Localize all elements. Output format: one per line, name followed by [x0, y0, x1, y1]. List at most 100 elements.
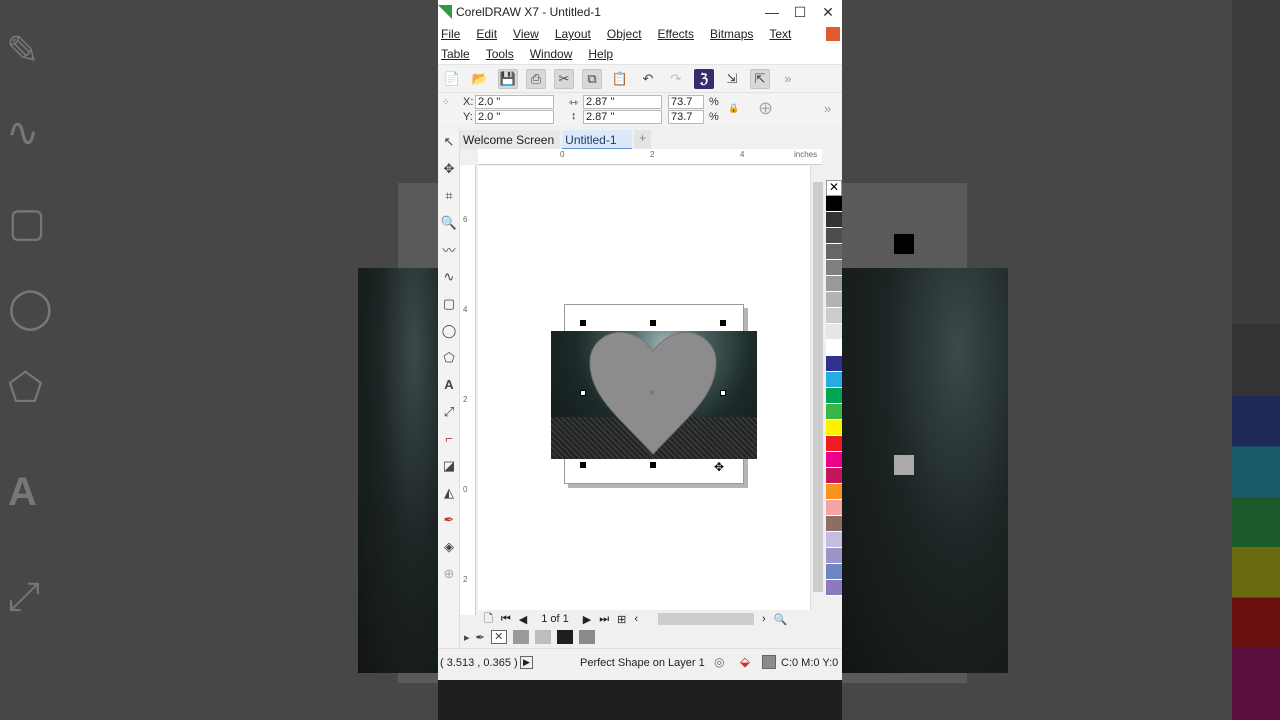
toolbar-overflow-icon[interactable]: » [778, 69, 798, 89]
shape-tool-icon[interactable]: ✥ [438, 155, 460, 182]
palette-swatch-8[interactable] [826, 324, 842, 340]
palette-swatch-0[interactable] [826, 196, 842, 212]
text-tool-icon[interactable]: A [438, 371, 460, 398]
drop-shadow-icon[interactable]: ◪ [438, 452, 460, 479]
vertical-scroll-thumb[interactable] [813, 182, 823, 592]
tab-welcome-screen[interactable]: Welcome Screen [460, 130, 561, 150]
open-folder-icon[interactable]: 📂 [470, 69, 490, 89]
palette-swatch-15[interactable] [826, 436, 842, 452]
height-field[interactable]: 2.87 " [583, 110, 662, 124]
dimension-tool-icon[interactable]: ⤢ [438, 398, 460, 425]
palette-swatch-9[interactable] [826, 340, 842, 356]
doc-palette-swatch-2[interactable] [556, 630, 573, 644]
close-button[interactable]: ✕ [814, 4, 842, 21]
polygon-tool-icon[interactable]: ⬠ [438, 344, 460, 371]
x-position-field[interactable]: 2.0 " [475, 95, 554, 109]
first-page-icon[interactable]: ⏮ [501, 613, 511, 626]
undo-icon[interactable]: ↶ [638, 69, 658, 89]
paste-icon[interactable]: 📋 [610, 69, 630, 89]
palette-swatch-21[interactable] [826, 532, 842, 548]
status-play-icon[interactable]: ▶ [520, 656, 533, 669]
crop-tool-icon[interactable]: ⌗ [438, 182, 460, 209]
palette-swatch-6[interactable] [826, 292, 842, 308]
menu-view[interactable]: View [513, 27, 539, 41]
add-shape-icon[interactable]: ⊕ [758, 98, 773, 119]
selection-handle-ml[interactable] [580, 390, 586, 396]
selection-handle-mr[interactable] [720, 390, 726, 396]
palette-swatch-2[interactable] [826, 228, 842, 244]
lock-ratio-icon[interactable]: 🔒 [728, 103, 739, 114]
connector-tool-icon[interactable]: ⌐ [438, 425, 460, 452]
reference-point-icon[interactable]: ⁘ [442, 97, 450, 108]
palette-swatch-1[interactable] [826, 212, 842, 228]
doc-palette-swatch-3[interactable] [578, 630, 595, 644]
interactive-fill-icon[interactable]: ◈ [438, 533, 460, 560]
corel-connect-icon[interactable]: ℨ [694, 68, 714, 89]
save-icon[interactable]: 💾 [498, 68, 518, 89]
minimize-button[interactable]: — [758, 4, 786, 20]
zoom-tool-icon[interactable]: 🔍 [438, 209, 460, 236]
scale-width-field[interactable]: 73.7 [668, 95, 704, 109]
palette-swatch-14[interactable] [826, 420, 842, 436]
selection-handle-tl[interactable] [580, 320, 586, 326]
add-tab-button[interactable]: + [634, 130, 652, 150]
menu-layout[interactable]: Layout [555, 27, 591, 41]
menu-file[interactable]: File [441, 27, 460, 41]
palette-swatch-17[interactable] [826, 468, 842, 484]
palette-swatch-11[interactable] [826, 372, 842, 388]
palette-swatch-19[interactable] [826, 500, 842, 516]
print-icon[interactable]: ⎙ [526, 68, 546, 89]
width-field[interactable]: 2.87 " [583, 95, 662, 109]
page-icon[interactable]: 🗋 [484, 610, 493, 629]
horizontal-scroll-thumb[interactable] [658, 613, 755, 625]
maximize-button[interactable]: ☐ [786, 4, 814, 21]
menu-effects[interactable]: Effects [658, 27, 694, 41]
prev-page-icon[interactable]: ◀ [519, 613, 527, 626]
cut-icon[interactable]: ✂ [554, 68, 574, 89]
add-tool-icon[interactable]: ⊕ [438, 560, 460, 587]
doc-palette-arrow-icon[interactable]: ▸ [464, 631, 470, 644]
pick-tool-icon[interactable]: ↖ [438, 128, 460, 155]
zoom-nav-icon[interactable]: 🔍 [774, 613, 788, 626]
fill-color-swatch[interactable] [762, 655, 776, 669]
scale-height-field[interactable]: 73.7 [668, 110, 704, 124]
menu-table[interactable]: Table [441, 47, 470, 61]
artistic-media-icon[interactable]: ∿ [438, 263, 460, 290]
export-icon[interactable]: ⇱ [750, 68, 770, 89]
object-properties-icon[interactable]: ◎ [714, 655, 724, 669]
palette-swatch-5[interactable] [826, 276, 842, 292]
user-account-icon[interactable] [826, 27, 840, 41]
tab-untitled-1[interactable]: Untitled-1 [562, 130, 633, 150]
rectangle-tool-icon[interactable]: ▢ [438, 290, 460, 317]
heart-shape[interactable]: × [588, 326, 718, 458]
import-icon[interactable]: ⇲ [722, 69, 742, 89]
redo-icon[interactable]: ↷ [666, 69, 686, 89]
palette-swatch-13[interactable] [826, 404, 842, 420]
ellipse-tool-icon[interactable]: ◯ [438, 317, 460, 344]
menu-tools[interactable]: Tools [486, 47, 514, 61]
palette-swatch-4[interactable] [826, 260, 842, 276]
palette-swatch-10[interactable] [826, 356, 842, 372]
scroll-right-icon[interactable]: › [762, 613, 766, 625]
last-page-icon[interactable]: ⏭ [599, 613, 609, 626]
no-color-swatch[interactable]: ✕ [826, 180, 842, 196]
doc-palette-swatch-0[interactable] [512, 630, 529, 644]
menu-object[interactable]: Object [607, 27, 642, 41]
selection-handle-tc[interactable] [650, 320, 656, 326]
palette-swatch-3[interactable] [826, 244, 842, 260]
copy-icon[interactable]: ⧉ [582, 68, 602, 89]
palette-swatch-16[interactable] [826, 452, 842, 468]
transparency-tool-icon[interactable]: ◭ [438, 479, 460, 506]
palette-swatch-7[interactable] [826, 308, 842, 324]
doc-no-color-swatch[interactable]: ✕ [490, 630, 507, 644]
selection-handle-bl[interactable] [580, 462, 586, 468]
vertical-scrollbar[interactable] [810, 166, 824, 614]
palette-swatch-24[interactable] [826, 580, 842, 596]
freehand-tool-icon[interactable]: 〰 [438, 236, 460, 263]
drawing-canvas[interactable]: × ✥ [478, 166, 810, 614]
palette-swatch-22[interactable] [826, 548, 842, 564]
palette-swatch-12[interactable] [826, 388, 842, 404]
y-position-field[interactable]: 2.0 " [475, 110, 554, 124]
new-document-icon[interactable]: 📄 [442, 69, 462, 89]
selection-handle-tr[interactable] [720, 320, 726, 326]
